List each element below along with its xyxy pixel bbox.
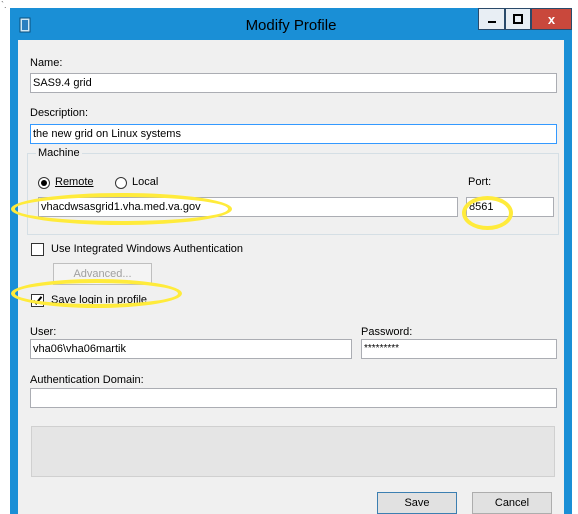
message-area <box>31 426 555 477</box>
save-button[interactable]: Save <box>377 492 457 514</box>
machine-group: Machine Remote Local Port: vhacdwsasgrid… <box>27 147 559 235</box>
port-label: Port: <box>468 176 492 188</box>
close-icon: x <box>547 11 556 27</box>
remote-radio[interactable] <box>38 177 50 189</box>
save-login-checkbox[interactable] <box>31 294 44 307</box>
auth-domain-field[interactable] <box>30 388 557 408</box>
close-button[interactable]: x <box>531 8 572 30</box>
host-field[interactable]: vhacdwsasgrid1.vha.med.va.gov <box>38 197 458 217</box>
local-label[interactable]: Local <box>132 176 158 188</box>
remote-label[interactable]: Remote <box>55 176 94 188</box>
description-label: Description: <box>30 107 89 119</box>
dialog-body: Name: SAS9.4 grid Description: the new g… <box>18 40 564 514</box>
machine-group-label: Machine <box>36 147 82 159</box>
modify-profile-dialog: Modify Profile x Name: SAS9.4 grid Descr… <box>10 8 572 514</box>
advanced-button[interactable]: Advanced... <box>53 263 152 285</box>
name-field[interactable]: SAS9.4 grid <box>30 73 557 93</box>
minimize-button[interactable] <box>478 8 505 30</box>
corner-mark: `. <box>1 0 7 10</box>
maximize-icon <box>513 14 523 24</box>
local-radio[interactable] <box>115 177 127 189</box>
iwa-checkbox[interactable] <box>31 243 44 256</box>
password-label: Password: <box>361 326 413 338</box>
user-field[interactable]: vha06\vha06martik <box>30 339 352 359</box>
checkmark-icon <box>32 296 43 306</box>
save-login-label[interactable]: Save login in profile <box>51 294 147 306</box>
user-label: User: <box>30 326 57 338</box>
maximize-button[interactable] <box>505 8 531 30</box>
password-field[interactable]: ********* <box>361 339 557 359</box>
name-label: Name: <box>30 57 63 69</box>
iwa-label[interactable]: Use Integrated Windows Authentication <box>51 243 243 255</box>
cancel-button[interactable]: Cancel <box>472 492 552 514</box>
title-bar[interactable]: Modify Profile x <box>10 8 572 40</box>
minimize-icon <box>487 21 496 23</box>
port-field[interactable]: 8561 <box>466 197 554 217</box>
auth-domain-label: Authentication Domain: <box>30 374 144 386</box>
description-field[interactable]: the new grid on Linux systems <box>30 124 557 144</box>
